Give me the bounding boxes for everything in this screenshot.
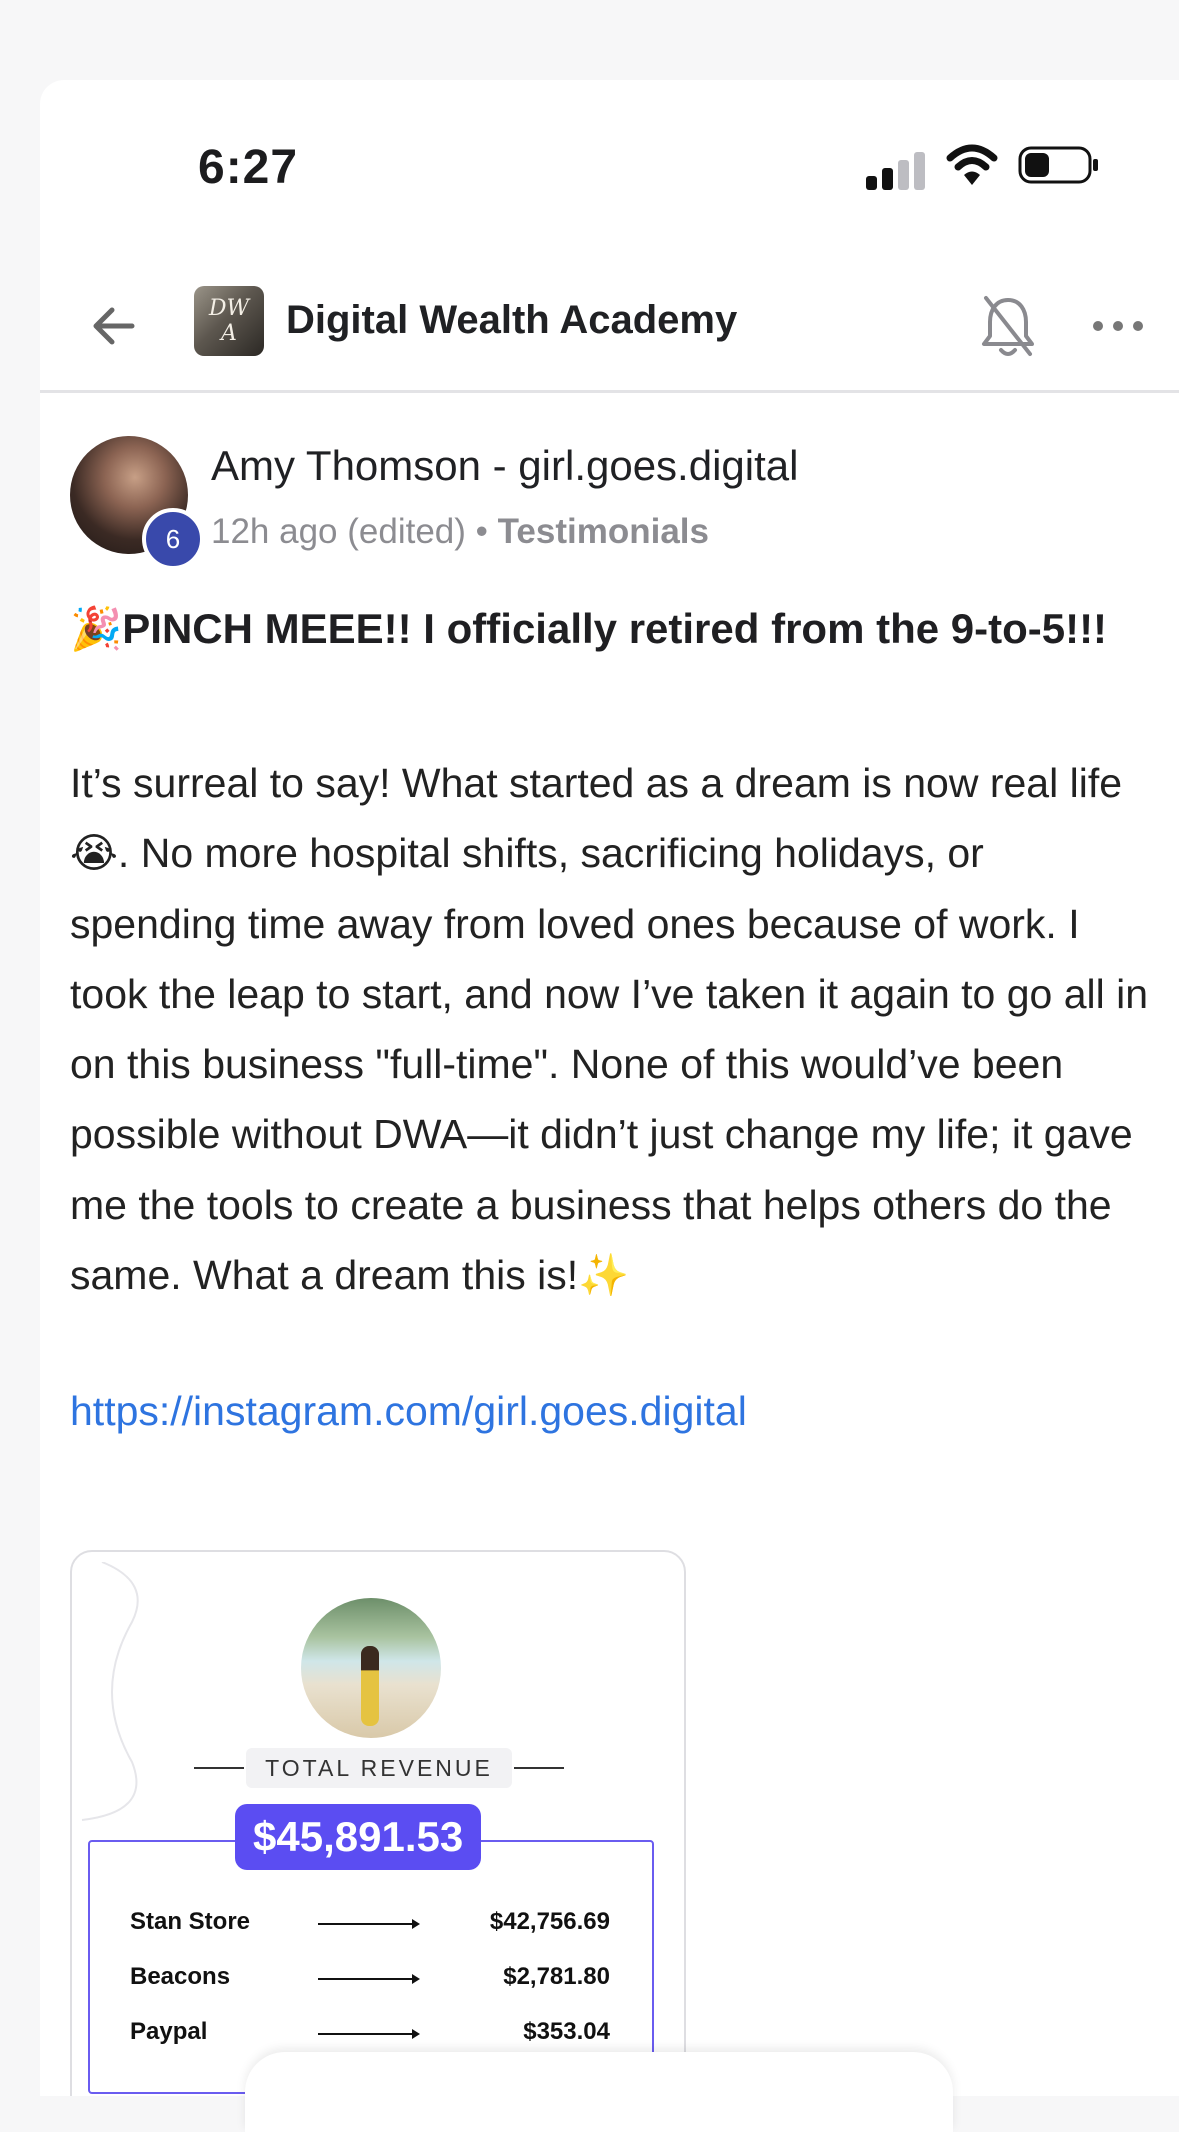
more-options-icon[interactable]	[1090, 298, 1146, 354]
group-logo[interactable]: DW A	[194, 286, 264, 356]
divider-line	[194, 1767, 244, 1769]
revenue-source: Stan Store	[130, 1908, 251, 1935]
arrow-right-icon	[318, 1919, 420, 1929]
post-body-part1: It’s surreal to say! What started as a d…	[70, 760, 1123, 806]
back-arrow-icon[interactable]	[86, 298, 142, 354]
total-revenue-amount: $45,891.53	[235, 1804, 482, 1870]
arrow-right-icon	[318, 1974, 420, 1984]
revenue-row: Beacons $2,781.80	[130, 1957, 610, 1997]
post-title: 🎉PINCH MEEE!! I officially retired from …	[70, 594, 1160, 664]
group-header: DW A Digital Wealth Academy	[40, 268, 1179, 393]
revenue-source: Paypal	[130, 2018, 208, 2045]
revenue-source: Beacons	[130, 1963, 231, 1990]
revenue-amount: $2,781.80	[503, 1963, 610, 1990]
decorative-curve	[81, 1562, 139, 1821]
arrow-right-icon	[318, 2029, 420, 2039]
party-popper-emoji: 🎉	[70, 604, 123, 653]
post-category[interactable]: Testimonials	[498, 512, 709, 551]
battery-icon	[1018, 146, 1098, 184]
cellular-signal-icon	[866, 150, 926, 190]
level-badge: 6	[142, 508, 204, 570]
post-body: It’s surreal to say! What started as a d…	[70, 748, 1150, 1310]
person-figure	[361, 1646, 379, 1726]
sparkles-emoji: ✨	[578, 1251, 630, 1300]
revenue-row: Stan Store $42,756.69	[130, 1902, 610, 1942]
post-time: 12h ago (edited)	[211, 512, 466, 551]
notifications-muted-bell-icon[interactable]	[978, 292, 1038, 360]
total-revenue-label: TOTAL REVENUE	[246, 1748, 512, 1788]
post-body-part2: . No more hospital shifts, sacrificing h…	[70, 830, 1149, 1299]
status-time: 6:27	[198, 141, 299, 194]
post-title-text: PINCH MEEE!! I officially retired from t…	[122, 605, 1108, 652]
bottom-sheet-handle[interactable]	[245, 2052, 953, 2132]
crying-face-emoji: 😭	[70, 829, 118, 878]
app-screen: 6:27 DW A Digital Wealth Academy 6 Amy T…	[40, 80, 1179, 2096]
divider-line	[514, 1767, 564, 1769]
group-logo-mark: DW A	[208, 296, 250, 346]
group-name[interactable]: Digital Wealth Academy	[286, 298, 737, 343]
revenue-image-attachment[interactable]: TOTAL REVENUE $45,891.53 Stan Store $42,…	[70, 1550, 686, 2096]
wifi-icon	[946, 144, 998, 185]
instagram-link[interactable]: https://instagram.com/girl.goes.digital	[70, 1388, 747, 1435]
revenue-row: Paypal $353.04	[130, 2012, 610, 2052]
post-meta: 12h ago (edited) • Testimonials	[211, 512, 709, 552]
revenue-amount: $353.04	[523, 2018, 610, 2045]
revenue-amount: $42,756.69	[489, 1908, 610, 1935]
author-name[interactable]: Amy Thomson - girl.goes.digital	[211, 442, 798, 490]
beach-profile-photo	[301, 1598, 441, 1738]
meta-separator: •	[465, 512, 498, 551]
